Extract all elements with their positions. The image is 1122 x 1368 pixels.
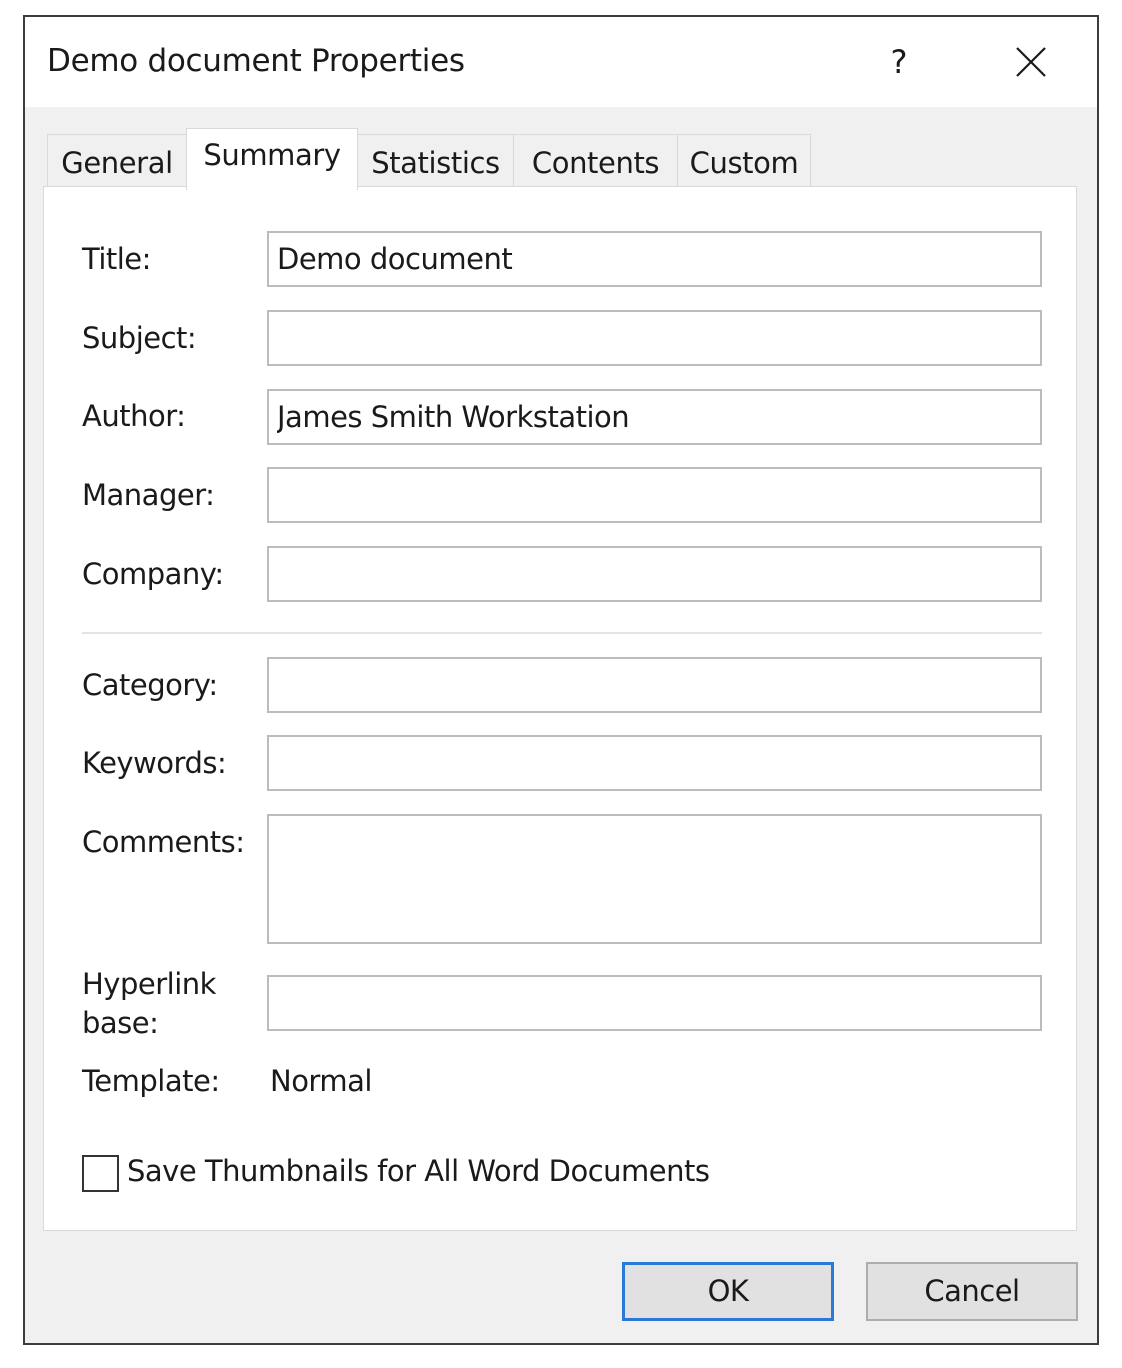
tab-statistics[interactable]: Statistics: [357, 134, 514, 188]
title-label: Title:: [82, 242, 151, 276]
cancel-button[interactable]: Cancel: [866, 1262, 1078, 1321]
save-thumbnails-label[interactable]: Save Thumbnails for All Word Documents: [127, 1154, 710, 1188]
tab-contents[interactable]: Contents: [513, 134, 678, 188]
subject-label: Subject:: [82, 321, 197, 355]
comments-label: Comments:: [82, 825, 245, 859]
save-thumbnails-checkbox[interactable]: [82, 1155, 119, 1192]
close-icon: [1016, 47, 1046, 77]
author-label: Author:: [82, 399, 186, 433]
comments-field[interactable]: [267, 814, 1042, 944]
category-label: Category:: [82, 668, 218, 702]
title-bar: Demo document Properties ?: [25, 17, 1097, 107]
dialog-title: Demo document Properties: [47, 43, 465, 79]
template-label: Template:: [82, 1064, 220, 1098]
title-field[interactable]: [267, 231, 1042, 287]
keywords-label: Keywords:: [82, 746, 227, 780]
category-field[interactable]: [267, 657, 1042, 713]
properties-dialog: Demo document Properties ? General Summa…: [23, 15, 1099, 1345]
ok-button[interactable]: OK: [622, 1262, 834, 1321]
help-button[interactable]: ?: [869, 37, 929, 87]
subject-field[interactable]: [267, 310, 1042, 366]
close-button[interactable]: [991, 31, 1071, 93]
hyperlink-base-field[interactable]: [267, 975, 1042, 1031]
summary-panel: Title: Subject: Author: Manager: Company…: [43, 186, 1077, 1231]
tab-general[interactable]: General: [47, 134, 187, 188]
manager-label: Manager:: [82, 478, 215, 512]
tab-summary[interactable]: Summary: [186, 128, 358, 190]
section-divider: [82, 632, 1042, 634]
tab-custom[interactable]: Custom: [677, 134, 811, 188]
hyperlink-base-label-line2: base:: [82, 1006, 159, 1040]
template-value: Normal: [270, 1064, 372, 1098]
company-field[interactable]: [267, 546, 1042, 602]
manager-field[interactable]: [267, 467, 1042, 523]
hyperlink-base-label-line1: Hyperlink: [82, 967, 216, 1001]
keywords-field[interactable]: [267, 735, 1042, 791]
company-label: Company:: [82, 557, 224, 591]
author-field[interactable]: [267, 389, 1042, 445]
